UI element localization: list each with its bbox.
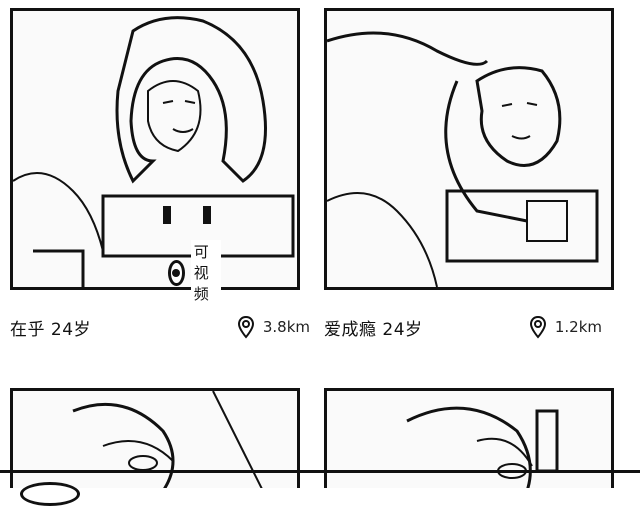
location-pin-icon [529, 315, 546, 339]
profile-photo-1[interactable] [10, 8, 300, 290]
tab-bar-divider [0, 470, 640, 473]
profile-photo-4[interactable] [324, 388, 614, 488]
profile-photo-3[interactable] [10, 388, 300, 488]
video-badge-label: 可视频 [190, 240, 222, 305]
distance: 3.8km [237, 315, 310, 339]
distance-label: 3.8km [262, 318, 310, 336]
avatar[interactable] [20, 482, 80, 506]
video-badge[interactable]: 可视频 [168, 240, 222, 305]
video-icon [168, 259, 185, 286]
distance-label: 1.2km [554, 318, 602, 336]
card-info-1: 在乎 24岁 3.8km [10, 312, 310, 342]
location-pin-icon [237, 315, 254, 339]
user-name-age: 在乎 24岁 [10, 319, 92, 340]
distance: 1.2km [529, 315, 602, 339]
card-info-2: 爱成瘾 24岁 1.2km [324, 312, 602, 342]
user-name-age: 爱成瘾 24岁 [324, 319, 423, 340]
profile-photo-2[interactable] [324, 8, 614, 290]
